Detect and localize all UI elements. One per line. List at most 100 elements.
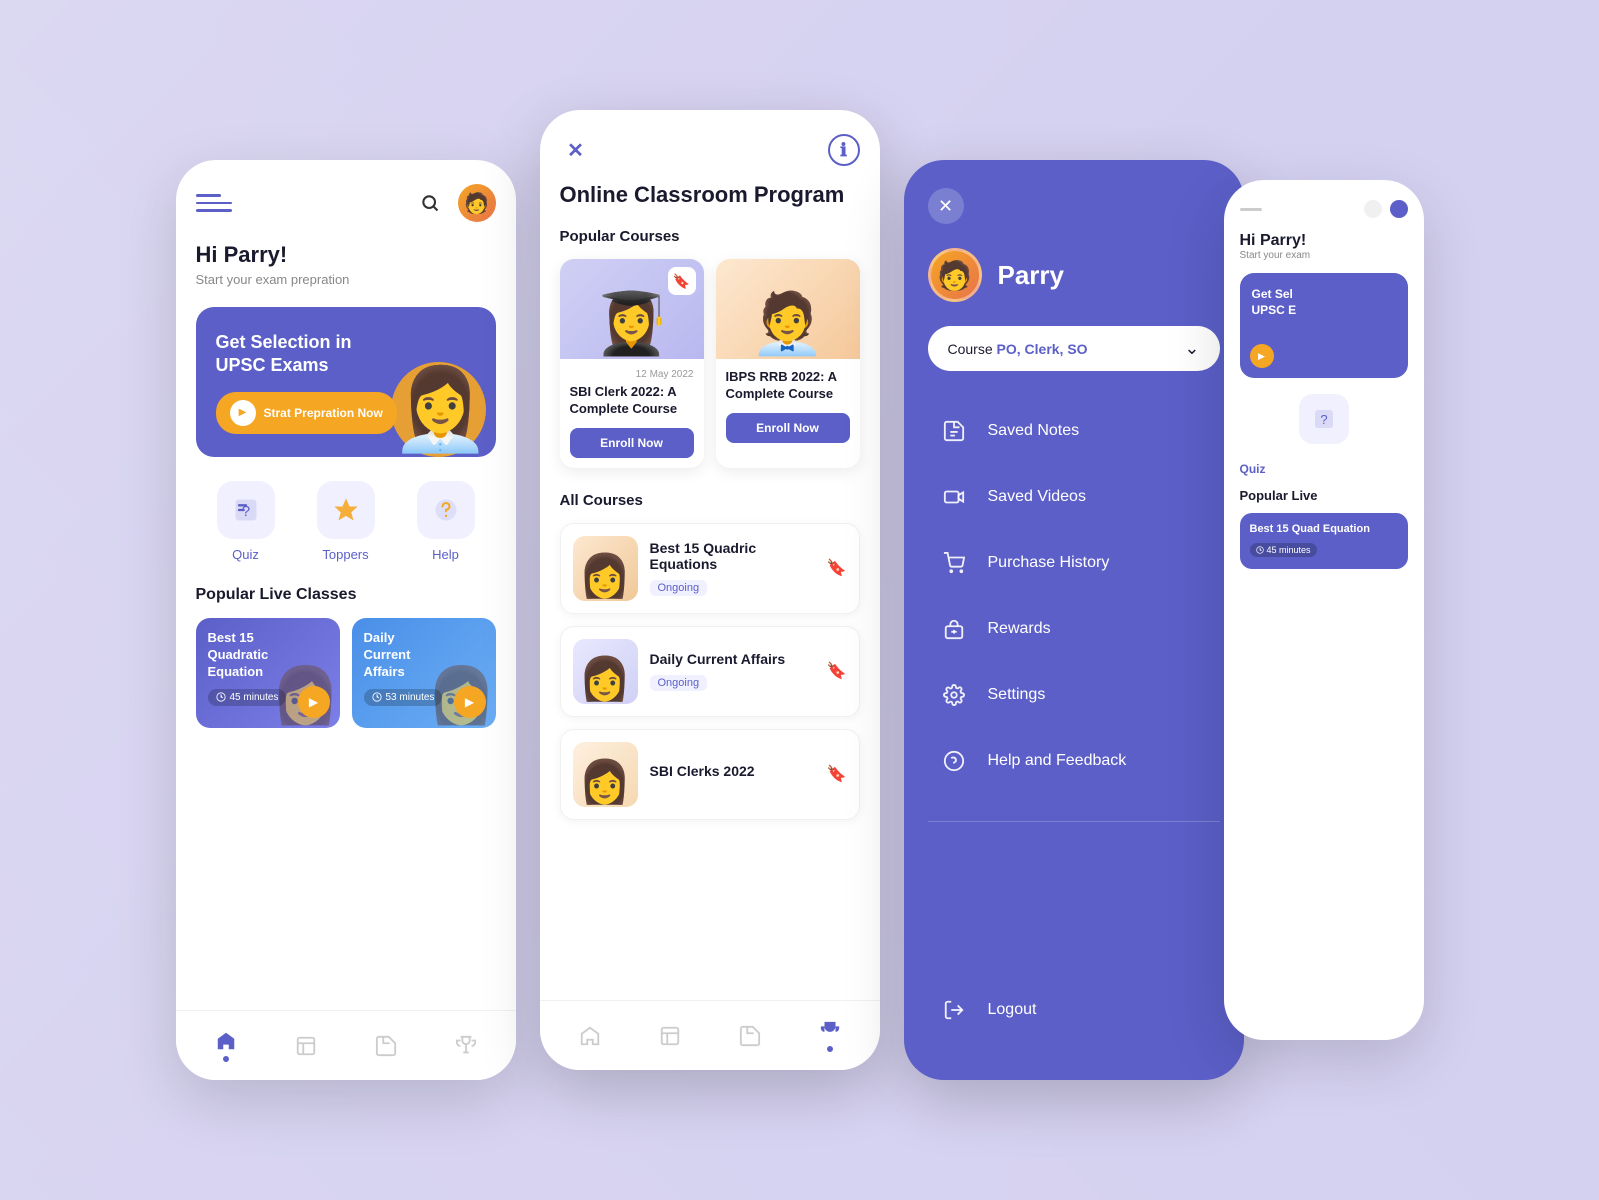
quadratic-status: Ongoing — [650, 580, 708, 596]
mini-duration-text: 45 minutes — [1267, 545, 1311, 555]
profile-close-button[interactable]: ✕ — [928, 188, 964, 224]
user-avatar[interactable]: 🧑 — [458, 184, 496, 222]
help-icon — [417, 481, 475, 539]
current-affairs-person: 👩 — [579, 655, 631, 704]
logout-item[interactable]: Logout — [928, 980, 1045, 1040]
live-classes-grid: Best 15 Quadratic Equation 45 minutes 👩 … — [196, 618, 496, 728]
popular-courses-title: Popular Courses — [560, 228, 860, 245]
mini-banner: Get SelUPSC E ▶ — [1240, 273, 1408, 378]
quadratic-info: Best 15 Quadric Equations Ongoing — [650, 540, 815, 596]
help-label: Help — [432, 547, 459, 562]
sbi-clerks-name: SBI Clerks 2022 — [650, 763, 815, 779]
mini-popular-title: Popular Live — [1240, 488, 1408, 503]
nav-trophy[interactable] — [455, 1035, 477, 1057]
popular-course-ibps[interactable]: 🧑‍💼 IBPS RRB 2022: A Complete Course Enr… — [716, 259, 860, 468]
menu-rewards[interactable]: Rewards — [928, 599, 1220, 659]
profile-section: 🧑 Parry — [928, 248, 1220, 302]
banner-cta-label: Strat Prepration Now — [264, 406, 383, 420]
courses-nav-trophy[interactable] — [819, 1020, 841, 1052]
live-class-quadratic[interactable]: Best 15 Quadratic Equation 45 minutes 👩 … — [196, 618, 340, 728]
current-affairs-status: Ongoing — [650, 675, 708, 691]
popular-course-sbi[interactable]: 🔖 👩‍🎓 12 May 2022 SBI Clerk 2022: A Comp… — [560, 259, 704, 468]
banner-title: Get Selection in UPSC Exams — [216, 331, 359, 378]
bookmark-sbi[interactable]: 🔖 — [668, 267, 696, 295]
course-item-sbi-clerks[interactable]: 👩 SBI Clerks 2022 🔖 — [560, 729, 860, 820]
profile-avatar: 🧑 — [928, 248, 982, 302]
nav-courses[interactable] — [295, 1035, 317, 1057]
menu-saved-notes[interactable]: Saved Notes — [928, 401, 1220, 461]
phone-background-partial: Hi Parry! Start your exam Get SelUPSC E … — [1224, 180, 1424, 1040]
promo-banner[interactable]: Get Selection in UPSC Exams ▶ Strat Prep… — [196, 307, 496, 457]
page-title-courses: Online Classroom Program — [560, 182, 860, 208]
sbi-clerks-person: 👩 — [579, 758, 631, 807]
sbi-person-image: 👩‍🎓 — [594, 288, 669, 359]
phone-home: 🧑 Hi Parry! Start your exam prepration G… — [176, 160, 516, 1080]
bookmark-current-affairs[interactable]: 🔖 — [827, 661, 847, 681]
bookmark-quadratic[interactable]: 🔖 — [827, 558, 847, 578]
close-button[interactable]: ✕ — [560, 134, 592, 166]
menu-saved-videos[interactable]: Saved Videos — [928, 467, 1220, 527]
start-prep-button[interactable]: ▶ Strat Prepration Now — [216, 392, 397, 434]
nav-notes[interactable] — [375, 1035, 397, 1057]
courses-nav-home[interactable] — [579, 1025, 601, 1047]
live-class-duration-2: 53 minutes — [364, 689, 443, 706]
current-affairs-name: Daily Current Affairs — [650, 651, 815, 667]
courses-nav-active-indicator — [827, 1046, 833, 1052]
mini-live-card: Best 15 Quad Equation 45 minutes — [1240, 513, 1408, 569]
logout-icon — [936, 992, 972, 1028]
sbi-clerks-info: SBI Clerks 2022 — [650, 763, 815, 785]
help-feedback-label: Help and Feedback — [988, 752, 1127, 770]
nav-active-indicator — [223, 1056, 229, 1062]
dropdown-value: PO, Clerk, SO — [997, 341, 1088, 357]
ibps-card-image: 🧑‍💼 — [716, 259, 860, 359]
info-button[interactable]: ℹ — [828, 134, 860, 166]
phone-courses: ✕ ℹ Online Classroom Program Popular Cou… — [540, 110, 880, 1070]
svg-text:?: ? — [1320, 412, 1327, 427]
courses-nav-notes[interactable] — [739, 1025, 761, 1047]
course-dropdown[interactable]: Course PO, Clerk, SO ⌄ — [928, 326, 1220, 371]
course-item-current-affairs[interactable]: 👩 Daily Current Affairs Ongoing 🔖 — [560, 626, 860, 717]
play-button-2[interactable]: ▶ — [454, 686, 486, 718]
menu-purchase-history[interactable]: Purchase History — [928, 533, 1220, 593]
quick-link-quiz[interactable]: ? Quiz — [217, 481, 275, 562]
quick-link-toppers[interactable]: Toppers — [317, 481, 375, 562]
play-button-1[interactable]: ▶ — [298, 686, 330, 718]
course-item-quadratic[interactable]: 👩 Best 15 Quadric Equations Ongoing 🔖 — [560, 523, 860, 614]
nav-home[interactable] — [215, 1030, 237, 1062]
sbi-clerks-thumb: 👩 — [573, 742, 638, 807]
toppers-icon — [317, 481, 375, 539]
mini-play-icon: ▶ — [1250, 344, 1274, 368]
courses-nav-book[interactable] — [659, 1025, 681, 1047]
sbi-card-image: 🔖 👩‍🎓 — [560, 259, 704, 359]
quiz-label: Quiz — [232, 547, 259, 562]
bookmark-sbi-clerks[interactable]: 🔖 — [827, 764, 847, 784]
play-icon: ▶ — [230, 400, 256, 426]
saved-notes-label: Saved Notes — [988, 422, 1080, 440]
menu-settings[interactable]: Settings — [928, 665, 1220, 725]
hamburger-menu-icon[interactable] — [196, 185, 232, 221]
ibps-person-image: 🧑‍💼 — [750, 288, 825, 359]
purchase-history-icon — [936, 545, 972, 581]
current-affairs-thumb: 👩 — [573, 639, 638, 704]
quick-link-help[interactable]: Help — [417, 481, 475, 562]
menu-divider — [928, 821, 1220, 822]
quiz-icon: ? — [217, 481, 275, 539]
right-phone-group: ✕ 🧑 Parry Course PO, Clerk, SO ⌄ Saved N… — [904, 120, 1424, 1080]
rewards-icon — [936, 611, 972, 647]
profile-name: Parry — [998, 260, 1065, 291]
sbi-date: 12 May 2022 — [570, 369, 694, 380]
menu-help-feedback[interactable]: Help and Feedback — [928, 731, 1220, 791]
home-header: 🧑 — [196, 184, 496, 222]
mini-banner-text: Get SelUPSC E — [1252, 287, 1396, 318]
live-class-duration-1: 45 minutes — [208, 689, 287, 706]
live-class-title-1: Best 15 Quadratic Equation — [208, 630, 286, 681]
live-class-current-affairs[interactable]: Daily Current Affairs 53 minutes 👩 ▶ — [352, 618, 496, 728]
settings-icon — [936, 677, 972, 713]
enroll-ibps-button[interactable]: Enroll Now — [726, 413, 850, 443]
search-button[interactable] — [414, 187, 446, 219]
enroll-sbi-button[interactable]: Enroll Now — [570, 428, 694, 458]
sbi-course-title: SBI Clerk 2022: A Complete Course — [570, 384, 694, 418]
greeting-subtitle: Start your exam prepration — [196, 272, 496, 287]
mini-greeting: Hi Parry! — [1240, 232, 1408, 250]
current-affairs-info: Daily Current Affairs Ongoing — [650, 651, 815, 691]
